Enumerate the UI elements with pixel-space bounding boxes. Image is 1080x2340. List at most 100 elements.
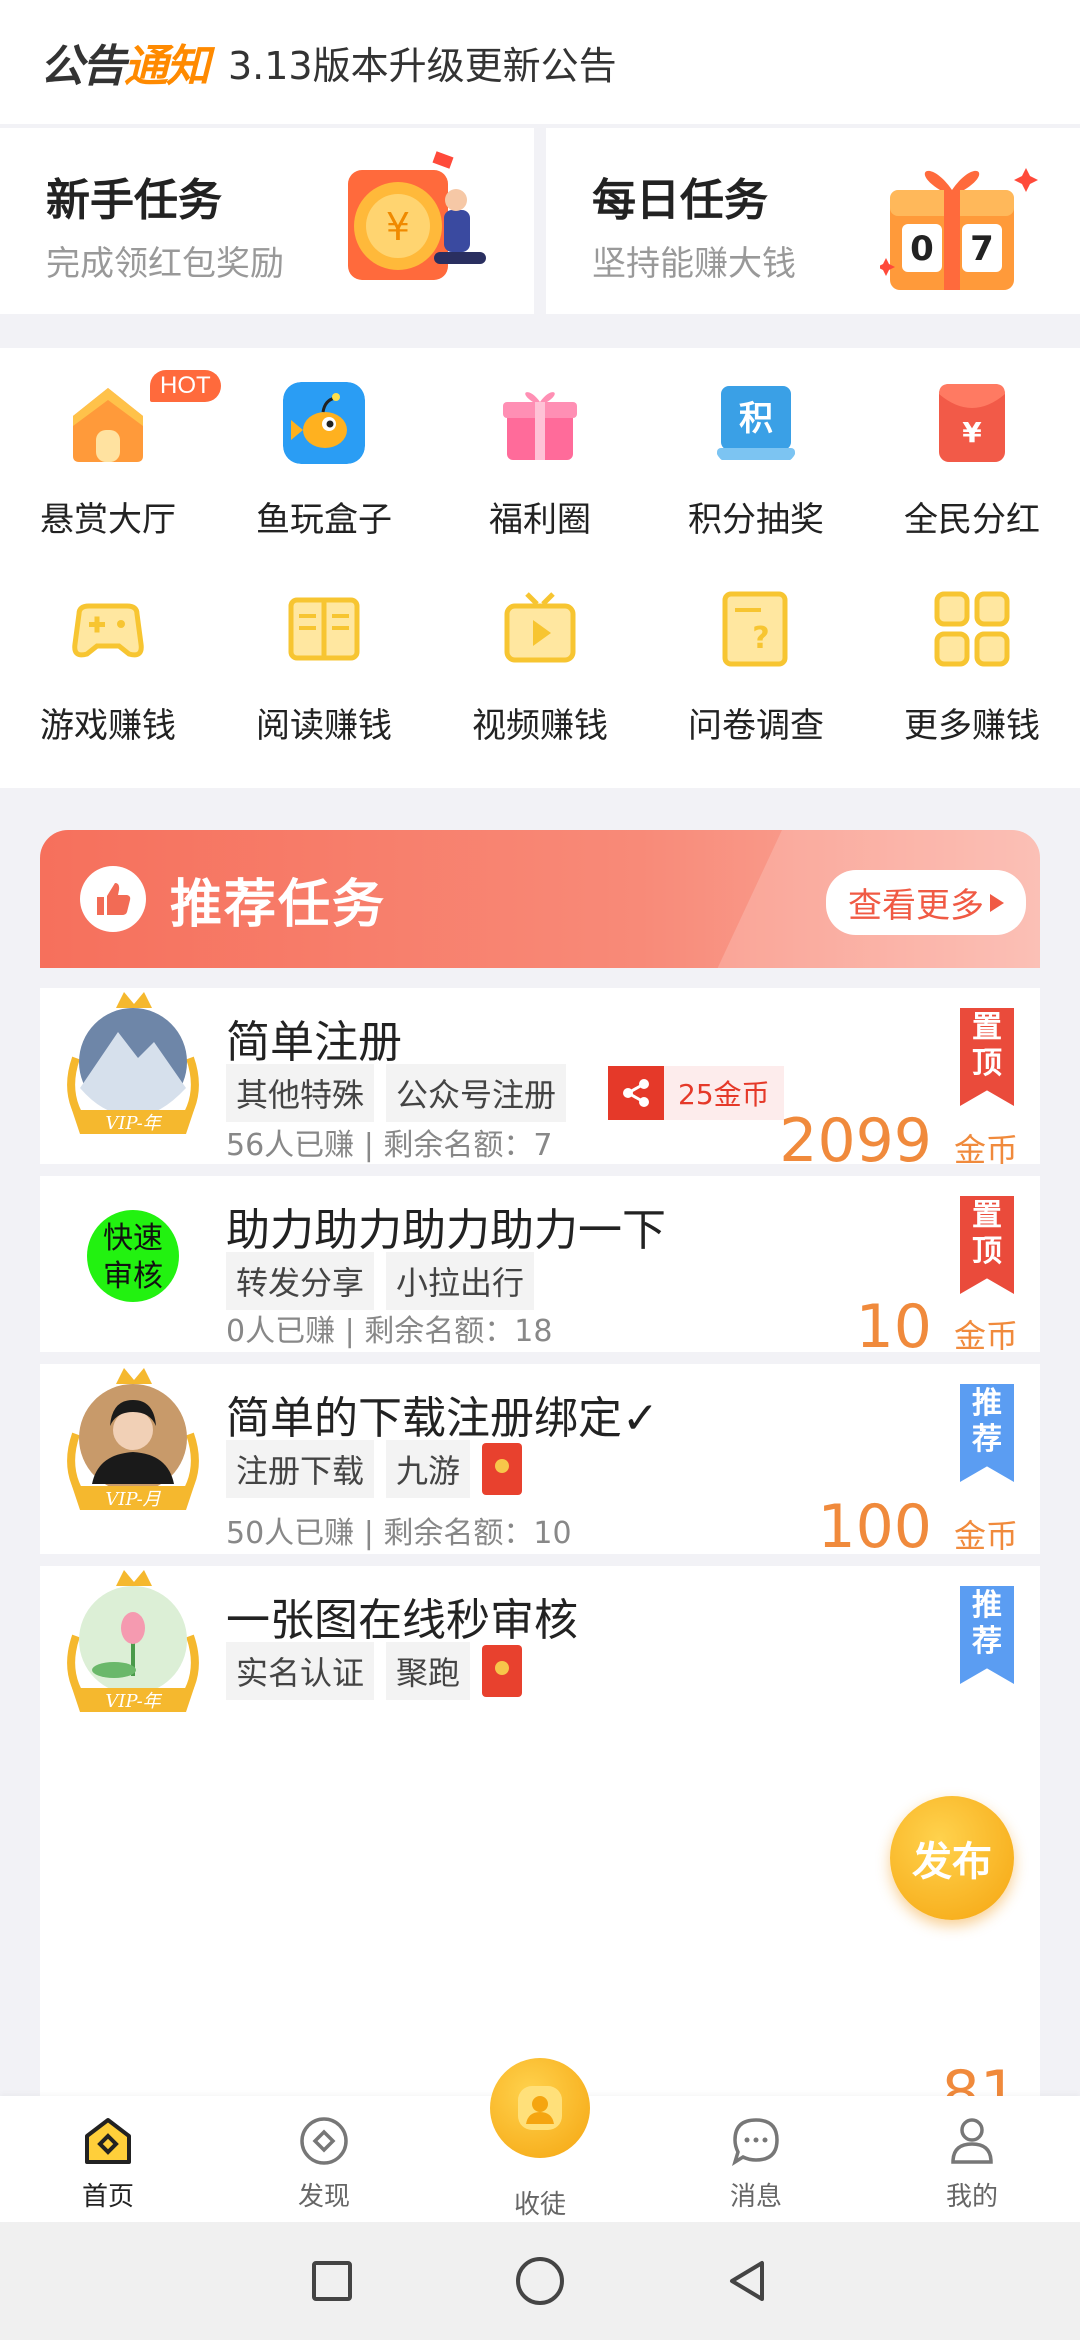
vip-label: VIP-月 — [105, 1489, 161, 1510]
grid-label: 福利圈 — [489, 500, 591, 540]
gamepad-icon — [72, 603, 144, 658]
tag: 聚跑 — [386, 1642, 471, 1700]
view-more-label: 查看更多 — [848, 886, 984, 926]
ribbon-char: 顶 — [972, 1234, 1002, 1269]
ribbon-char: 推 — [972, 1386, 1002, 1421]
coin-illustration-icon: ¥ — [348, 151, 486, 280]
grid-label: 更多赚钱 — [904, 706, 1040, 746]
reward-amount: 10 — [855, 1292, 932, 1362]
vip-label: VIP-年 — [105, 1113, 162, 1134]
notice-logo-part2: 通知 — [124, 41, 210, 92]
grid-item-game-earn[interactable]: 游戏赚钱 — [0, 576, 216, 782]
notice-text[interactable]: 3.13版本升级更新公告 — [228, 35, 617, 90]
ribbon-char: 荐 — [972, 1624, 1002, 1659]
tag: 其他特殊 — [226, 1064, 375, 1122]
nav-home[interactable]: 首页 — [0, 2096, 216, 2222]
book-icon — [288, 597, 360, 661]
ribbon-char: 顶 — [972, 1046, 1002, 1081]
grid-label: 全民分红 — [904, 500, 1040, 540]
recommend-title: 推荐任务 — [170, 874, 387, 935]
message-icon — [731, 2118, 779, 2166]
nav-apprentice[interactable]: 收徒 — [432, 2058, 648, 2222]
points-icon: 积 — [717, 386, 795, 460]
house-icon — [73, 388, 143, 462]
grid-item-video-earn[interactable]: 视频赚钱 — [432, 576, 648, 782]
task-item[interactable]: 快速 审核 助力助力助力助力一下 转发分享 小拉出行 0人已赚 | 剩余名额：1… — [40, 1176, 1040, 1362]
fish-icon — [283, 382, 365, 464]
grid-label: 问卷调查 — [688, 706, 824, 746]
nav-label: 消息 — [729, 2182, 782, 2212]
recommend-banner: 推荐任务 查看更多 — [40, 830, 1040, 968]
gift-calendar-icon: 0 7 — [880, 168, 1038, 290]
grid-label: 积分抽奖 — [688, 500, 824, 540]
recommend-ribbon: 推 荐 — [960, 1586, 1014, 1684]
task-title: 简单注册 — [226, 1017, 402, 1068]
fast-review-avatar: 快速 审核 — [87, 1210, 179, 1302]
bottom-nav: 首页 发现 收徒 消息 我的 — [0, 2058, 1080, 2222]
grid-item-fish-box[interactable]: 鱼玩盒子 — [216, 370, 432, 576]
task-item[interactable]: VIP-年 一张图在线秒审核 实名认证 聚跑 81 推 荐 — [40, 1566, 1040, 2096]
profile-icon — [951, 2118, 993, 2164]
reward: 81 — [942, 2058, 1018, 2096]
reward: 100 金币 — [817, 1492, 1018, 1562]
ribbon-char: 推 — [972, 1588, 1002, 1623]
newbie-task-card[interactable]: 新手任务 完成领红包奖励 ¥ — [0, 128, 534, 314]
home-circle-icon[interactable] — [513, 2254, 567, 2308]
task-title: 一张图在线秒审核 — [226, 1595, 578, 1646]
task-item[interactable]: VIP-年 简单注册 其他特殊 公众号注册 25金币 56人已赚 | 剩余名额：… — [40, 988, 1040, 1176]
back-icon[interactable] — [724, 2257, 772, 2305]
red-envelope-icon — [482, 1645, 523, 1697]
tag: 转发分享 — [226, 1252, 375, 1310]
pinned-ribbon: 置 顶 — [960, 1196, 1014, 1294]
nav-messages[interactable]: 消息 — [648, 2096, 864, 2222]
nav-discover[interactable]: 发现 — [216, 2096, 432, 2222]
recent-apps-icon[interactable] — [308, 2257, 356, 2305]
grid-item-more-earn[interactable]: 更多赚钱 — [864, 576, 1080, 782]
svg-text:积: 积 — [739, 399, 773, 439]
recommend-ribbon: 推 荐 — [960, 1384, 1014, 1482]
gift-icon — [503, 392, 577, 460]
svg-text:?: ? — [752, 621, 769, 656]
publish-button[interactable]: 发布 — [890, 1796, 1014, 1920]
svg-text:¥: ¥ — [962, 416, 982, 449]
task-title: 助力助力助力助力一下 — [226, 1205, 666, 1256]
reward-unit: 金币 — [953, 1131, 1018, 1169]
more-grid-icon — [934, 591, 1010, 667]
vip-avatar: VIP-月 — [67, 1368, 199, 1510]
nav-profile[interactable]: 我的 — [864, 2096, 1080, 2222]
task-item[interactable]: VIP-月 简单的下载注册绑定✓ 注册下载 九游 50人已赚 | 剩余名额：10… — [40, 1364, 1040, 1562]
daily-task-card[interactable]: 每日任务 坚持能赚大钱 0 7 — [546, 128, 1080, 314]
grid-item-points-lottery[interactable]: 积 积分抽奖 — [648, 370, 864, 576]
grid-item-welfare-circle[interactable]: 福利圈 — [432, 370, 648, 576]
video-icon — [504, 592, 576, 663]
reward-unit: 金币 — [953, 1317, 1018, 1355]
grid-label: 悬赏大厅 — [40, 500, 176, 540]
avatar-text: 审核 — [103, 1259, 163, 1294]
discover-icon — [300, 2117, 348, 2165]
grid-item-survey[interactable]: ? 问卷调查 — [648, 576, 864, 782]
thumbs-up-icon — [80, 866, 146, 932]
avatar-text: 快速 — [103, 1221, 163, 1256]
reward-unit: 金币 — [953, 1517, 1018, 1555]
nav-label: 发现 — [297, 2182, 350, 2212]
grid-item-reward-hall[interactable]: HOT 悬赏大厅 — [0, 370, 221, 576]
task-stats: 0人已赚 | 剩余名额：18 — [226, 1314, 553, 1349]
system-nav-bar — [0, 2222, 1080, 2340]
tag-list: 实名认证 聚跑 — [226, 1642, 523, 1700]
tag: 九游 — [386, 1440, 471, 1498]
reward-amount: 2099 — [779, 1106, 932, 1176]
task-cards: 新手任务 完成领红包奖励 ¥ 每日任务 坚持能赚大钱 0 7 — [0, 128, 1080, 314]
apprentice-icon — [490, 2058, 590, 2158]
task-stats: 50人已赚 | 剩余名额：10 — [226, 1516, 572, 1551]
grid-item-dividend[interactable]: ¥ 全民分红 — [864, 370, 1080, 576]
tag-list: 其他特殊 公众号注册 25金币 — [226, 1064, 784, 1122]
home-icon — [85, 2118, 131, 2164]
view-more-button[interactable]: 查看更多 — [826, 870, 1026, 935]
svg-text:0: 0 — [910, 229, 934, 269]
red-envelope-icon: ¥ — [939, 384, 1005, 462]
vip-label: VIP-年 — [105, 1691, 162, 1712]
notice-bar[interactable]: 公告 通知 3.13版本升级更新公告 — [0, 0, 1080, 124]
reward: 10 金币 — [856, 1292, 1018, 1362]
grid-item-read-earn[interactable]: 阅读赚钱 — [216, 576, 432, 782]
reward-amount: 81 — [941, 2058, 1018, 2096]
